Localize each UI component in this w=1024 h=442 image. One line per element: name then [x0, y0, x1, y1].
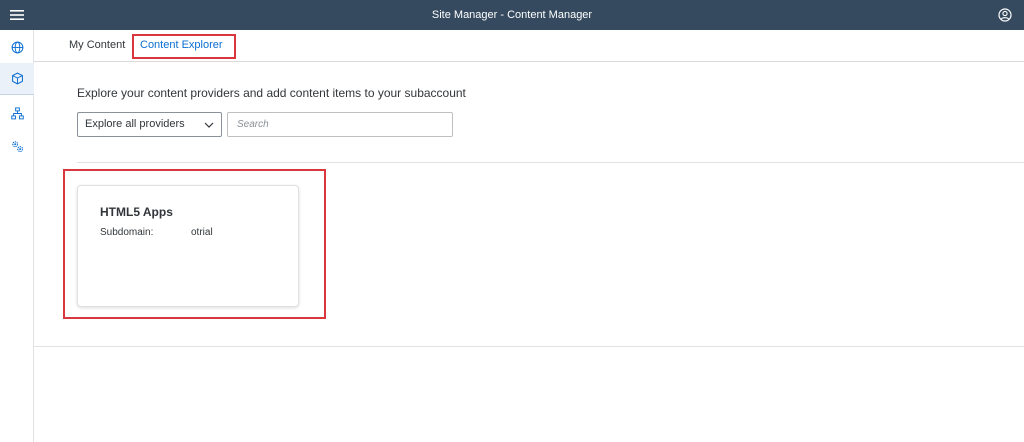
- chevron-down-icon: [204, 122, 214, 128]
- intro-text: Explore your content providers and add c…: [77, 86, 466, 100]
- search-input[interactable]: [227, 112, 453, 137]
- card-subdomain: Subdomain: otrial: [100, 227, 213, 238]
- tab-bar: My Content Content Explorer: [34, 30, 1024, 62]
- globe-icon: [11, 41, 23, 53]
- content-bottom-divider: [34, 346, 1024, 347]
- tab-content-explorer[interactable]: Content Explorer: [140, 30, 223, 61]
- side-navigation: [0, 30, 34, 442]
- nav-item-site-hierarchy[interactable]: [0, 97, 34, 129]
- nav-item-settings[interactable]: [0, 130, 34, 162]
- provider-card-html5-apps[interactable]: HTML5 Apps Subdomain: otrial: [77, 185, 299, 307]
- card-title: HTML5 Apps: [100, 205, 173, 219]
- package-icon: [11, 72, 23, 85]
- card-subdomain-label: Subdomain:: [100, 227, 154, 238]
- nav-item-content-manager[interactable]: [0, 63, 34, 95]
- user-profile-button[interactable]: [998, 8, 1012, 22]
- settings-gears-icon: [11, 140, 23, 152]
- provider-select[interactable]: Explore all providers: [77, 112, 222, 137]
- card-subdomain-value: otrial: [191, 227, 213, 238]
- section-divider: [77, 162, 1024, 163]
- shell-header: Site Manager - Content Manager: [0, 0, 1024, 30]
- provider-select-value: Explore all providers: [85, 118, 185, 130]
- tab-my-content[interactable]: My Content: [69, 30, 125, 61]
- nav-item-sites[interactable]: [0, 31, 34, 63]
- user-profile-icon: [998, 8, 1012, 22]
- app-title: Site Manager - Content Manager: [431, 9, 593, 21]
- site-hierarchy-icon: [10, 106, 24, 119]
